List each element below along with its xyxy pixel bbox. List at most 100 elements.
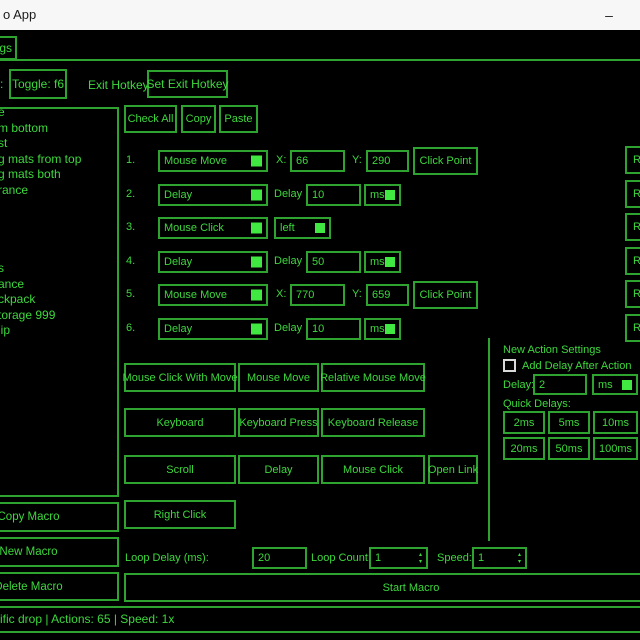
remove-button[interactable]: R — [625, 146, 640, 174]
unit-dropdown[interactable]: ms — [364, 251, 401, 273]
toggle-hotkey-button[interactable]: Toggle: f6 — [9, 69, 67, 99]
click-point-button[interactable]: Click Point — [413, 281, 478, 309]
relative-mouse-move-button[interactable]: Relative Mouse Move — [321, 363, 425, 392]
status-bar-bottom-border — [0, 631, 640, 633]
x-input[interactable] — [290, 284, 345, 306]
remove-button[interactable]: R — [625, 180, 640, 208]
mouse-move-button[interactable]: Mouse Move — [238, 363, 319, 392]
menu-tab-settings[interactable]: gs — [0, 36, 17, 60]
loop-delay-input[interactable] — [252, 547, 307, 569]
unit-value: ms — [370, 189, 385, 201]
action-row: 5. Mouse Move X: Y: Click Point R — [0, 281, 640, 309]
remove-button[interactable]: R — [625, 280, 640, 308]
start-macro-button[interactable]: Start Macro — [124, 573, 640, 602]
exit-hotkey-label: Exit Hotkey: — [88, 78, 152, 92]
delay-label: Delay — [274, 188, 302, 200]
delay-input[interactable] — [306, 251, 361, 273]
nas-unit-dropdown[interactable]: ms — [592, 374, 638, 395]
unit-value: ms — [598, 379, 613, 391]
dropdown-indicator-icon — [251, 324, 262, 335]
action-row: 1. Mouse Move X: Y: Click Point R — [0, 147, 640, 175]
mouse-button-dropdown[interactable]: left — [274, 217, 331, 239]
action-type-dropdown[interactable]: Mouse Move — [158, 284, 268, 306]
action-type-dropdown[interactable]: Mouse Click — [158, 217, 268, 239]
y-label: Y: — [352, 154, 362, 166]
mouse-button-value: left — [280, 222, 295, 234]
nas-delay-label: Delay: — [503, 379, 534, 391]
delete-macro-button[interactable]: Delete Macro — [0, 572, 119, 601]
action-type-dropdown[interactable]: Delay — [158, 251, 268, 273]
y-label: Y: — [352, 288, 362, 300]
action-type-dropdown[interactable]: Mouse Move — [158, 150, 268, 172]
quick-delay-10ms-button[interactable]: 10ms — [593, 411, 638, 434]
unit-dropdown[interactable]: ms — [364, 184, 401, 206]
quick-delay-50ms-button[interactable]: 50ms — [548, 437, 590, 460]
quick-delay-20ms-button[interactable]: 20ms — [503, 437, 545, 460]
delay-label: Delay — [274, 322, 302, 334]
open-link-button[interactable]: Open Link — [428, 455, 478, 484]
panel-divider — [488, 338, 490, 541]
macro-list-item[interactable]: e — [0, 107, 117, 121]
mouse-click-button[interactable]: Mouse Click — [321, 455, 425, 484]
right-click-button[interactable]: Right Click — [124, 500, 236, 529]
dropdown-indicator-icon — [251, 257, 262, 268]
keyboard-press-button[interactable]: Keyboard Press — [238, 408, 319, 437]
set-exit-hotkey-button[interactable]: Set Exit Hotkey — [147, 70, 228, 98]
action-type-value: Mouse Move — [164, 155, 227, 167]
dropdown-indicator-icon — [385, 257, 395, 267]
quick-delay-100ms-button[interactable]: 100ms — [593, 437, 638, 460]
new-macro-button[interactable]: New Macro — [0, 537, 119, 567]
spin-up-icon[interactable]: ▴ — [518, 552, 521, 558]
nas-delay-input[interactable] — [533, 374, 587, 395]
speed-stepper[interactable]: ▴ ▾ — [472, 547, 527, 569]
action-type-dropdown[interactable]: Delay — [158, 184, 268, 206]
spin-down-icon[interactable]: ▾ — [518, 559, 521, 565]
remove-button[interactable]: R — [625, 247, 640, 275]
check-all-button[interactable]: Check All — [124, 105, 177, 133]
add-delay-checkbox[interactable] — [503, 359, 516, 372]
action-row: 2. Delay Delay ms R — [0, 181, 640, 209]
window-title: o App — [3, 0, 36, 30]
keyboard-release-button[interactable]: Keyboard Release — [321, 408, 425, 437]
paste-button[interactable]: Paste — [219, 105, 258, 133]
quick-delay-5ms-button[interactable]: 5ms — [548, 411, 590, 434]
action-type-value: Delay — [164, 323, 192, 335]
dropdown-indicator-icon — [622, 380, 632, 390]
loop-count-input[interactable] — [371, 549, 426, 567]
action-row: 4. Delay Delay ms R — [0, 248, 640, 276]
delay-button[interactable]: Delay — [238, 455, 319, 484]
action-row: 3. Mouse Click left R — [0, 214, 640, 242]
dropdown-indicator-icon — [251, 190, 262, 201]
toggle-hotkey-label: : — [0, 77, 3, 91]
remove-button[interactable]: R — [625, 213, 640, 241]
spin-up-icon[interactable]: ▴ — [419, 552, 422, 558]
macro-list-item[interactable]: m bottom — [0, 121, 117, 137]
action-row: 6. Delay Delay ms R — [0, 315, 640, 343]
quick-delay-2ms-button[interactable]: 2ms — [503, 411, 545, 434]
delay-input[interactable] — [306, 184, 361, 206]
delay-input[interactable] — [306, 318, 361, 340]
click-point-button[interactable]: Click Point — [413, 147, 478, 175]
dropdown-indicator-icon — [251, 223, 262, 234]
copy-button[interactable]: Copy — [181, 105, 216, 133]
remove-button[interactable]: R — [625, 314, 640, 342]
mouse-click-with-move-button[interactable]: Mouse Click With Move — [124, 363, 236, 392]
speed-label: Speed: — [437, 552, 472, 564]
scroll-button[interactable]: Scroll — [124, 455, 236, 484]
keyboard-button[interactable]: Keyboard — [124, 408, 236, 437]
loop-delay-label: Loop Delay (ms): — [125, 552, 209, 564]
y-input[interactable] — [366, 150, 409, 172]
copy-macro-button[interactable]: Copy Macro — [0, 502, 119, 532]
title-bar: o App – — [0, 0, 640, 30]
delay-label: Delay — [274, 255, 302, 267]
unit-value: ms — [370, 323, 385, 335]
action-type-dropdown[interactable]: Delay — [158, 318, 268, 340]
quick-delays-label: Quick Delays: — [503, 398, 571, 410]
spin-down-icon[interactable]: ▾ — [419, 559, 422, 565]
minimize-button[interactable]: – — [594, 0, 624, 30]
loop-count-stepper[interactable]: ▴ ▾ — [369, 547, 428, 569]
dropdown-indicator-icon — [251, 156, 262, 167]
y-input[interactable] — [366, 284, 409, 306]
x-input[interactable] — [290, 150, 345, 172]
unit-dropdown[interactable]: ms — [364, 318, 401, 340]
